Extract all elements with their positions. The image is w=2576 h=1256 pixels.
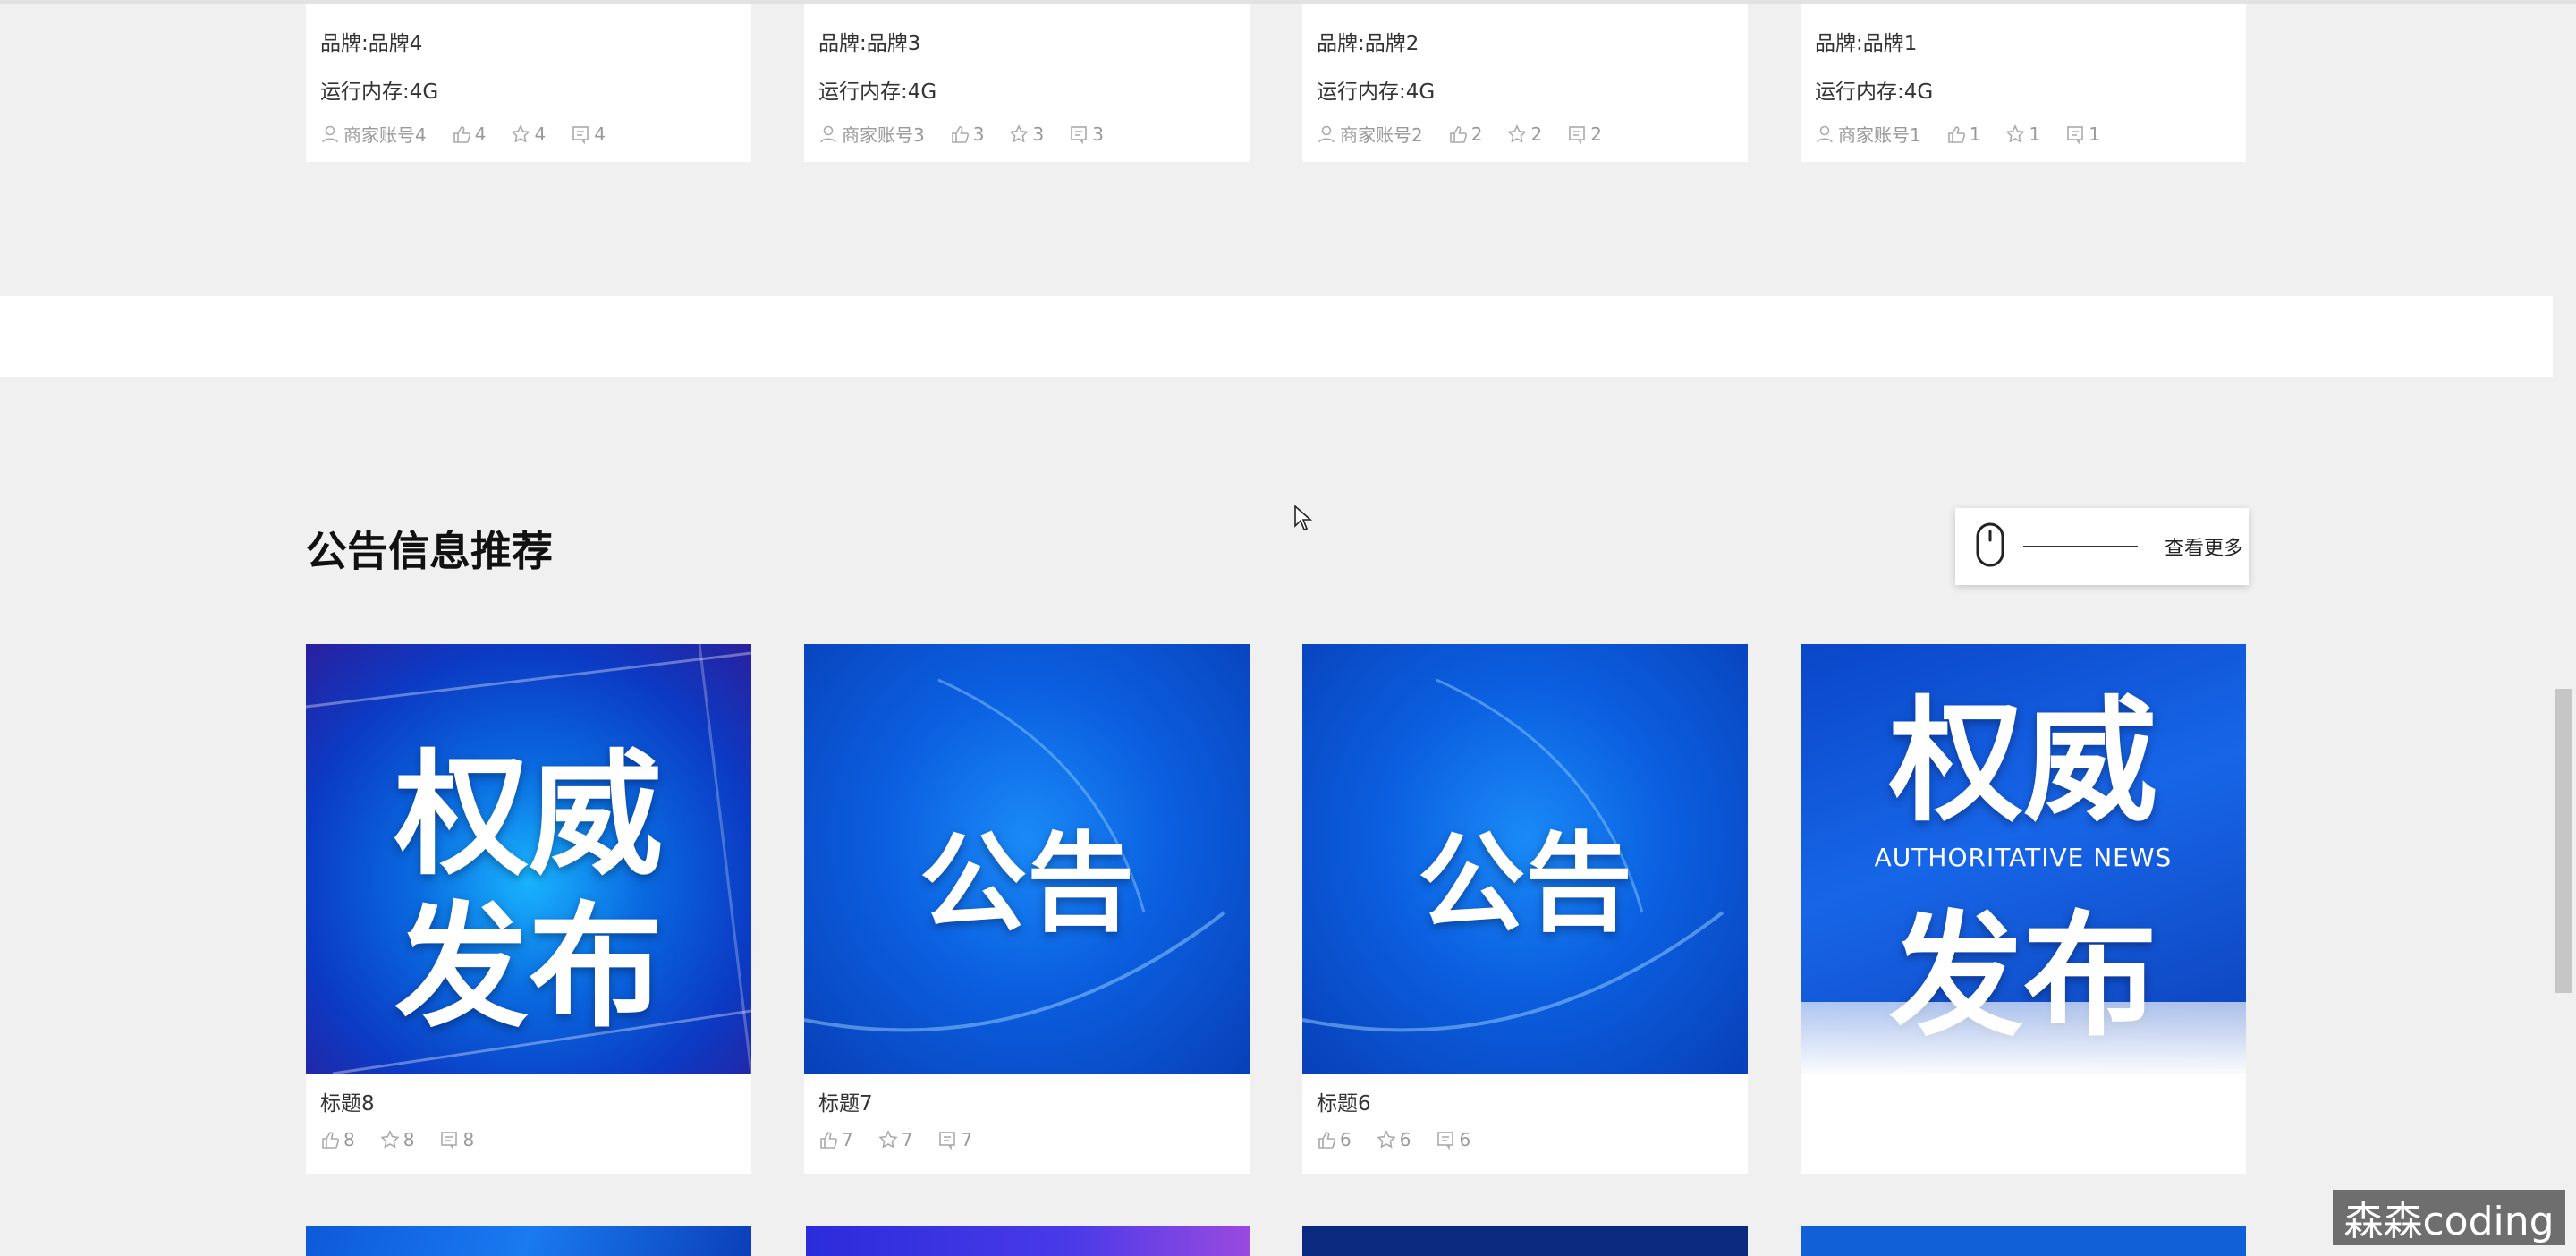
like-count: 2: [1470, 123, 1483, 145]
product-brand: 品牌:品牌3: [818, 32, 921, 55]
user-icon: [320, 124, 340, 144]
comment-count: 1: [2089, 123, 2100, 145]
merchant-name: 商家账号3: [842, 124, 925, 146]
product-meta: 商家账号1 1 1 1: [1815, 121, 2100, 147]
product-meta: 商家账号4 4 4 4: [320, 121, 606, 147]
like-count: 8: [343, 1129, 355, 1150]
like-count: 3: [972, 123, 985, 145]
comment-icon[interactable]: [1567, 124, 1587, 144]
notice-card[interactable]: 公告 标题6 6 6 6: [1302, 644, 1748, 1174]
thumbs-up-icon[interactable]: [950, 124, 970, 144]
decorative-line: [2023, 546, 2138, 547]
product-meta: 商家账号3 3 3 3: [818, 121, 1104, 147]
notice-meta: 6 6 6: [1317, 1129, 1470, 1150]
thumbs-up-icon[interactable]: [1946, 124, 1966, 144]
product-brand: 品牌:品牌2: [1317, 32, 1419, 55]
watermark: 森森coding: [2333, 1190, 2565, 1245]
star-icon[interactable]: [1507, 123, 1528, 144]
section-title: 公告信息推荐: [306, 527, 553, 575]
product-brand: 品牌:品牌4: [320, 32, 423, 55]
notice-image[interactable]: 公告: [1302, 644, 1748, 1074]
product-memory: 运行内存:4G: [1317, 81, 1436, 104]
comment-icon[interactable]: [937, 1130, 957, 1150]
merchant-name: 商家账号1: [1838, 124, 1921, 146]
product-memory: 运行内存:4G: [320, 81, 439, 104]
product-memory: 运行内存:4G: [818, 81, 937, 104]
comment-count: 8: [462, 1129, 475, 1150]
like-count: 6: [1340, 1129, 1352, 1150]
view-more-label: 查看更多: [2165, 538, 2244, 560]
notice-card[interactable]: 权威 AUTHORITATIVE NEWS 发布: [1801, 644, 2246, 1174]
product-card[interactable]: 品牌:品牌1 运行内存:4G 商家账号1 1 1 1: [1801, 4, 2246, 162]
user-icon: [1317, 124, 1336, 144]
notice-image[interactable]: 权威 发布: [306, 644, 751, 1074]
product-card[interactable]: 品牌:品牌2 运行内存:4G 商家账号2 2 2 2: [1302, 4, 1748, 162]
notice-card[interactable]: 公告 标题7 7 7 7: [804, 644, 1250, 1174]
view-more-button[interactable]: 查看更多: [1955, 508, 2249, 585]
image-text-line2: 发布: [394, 890, 663, 1046]
merchant-name: 商家账号2: [1340, 124, 1423, 146]
favorite-count: 8: [402, 1129, 415, 1150]
product-card[interactable]: 品牌:品牌4 运行内存:4G 商家账号4 4 4 4: [306, 4, 751, 162]
comment-icon[interactable]: [571, 124, 590, 144]
like-count: 7: [842, 1129, 853, 1150]
comment-icon[interactable]: [1436, 1130, 1455, 1150]
star-icon[interactable]: [1009, 123, 1030, 144]
user-icon: [818, 124, 838, 144]
comment-icon[interactable]: [439, 1130, 459, 1150]
image-text: 公告: [1418, 822, 1632, 946]
comment-count: 4: [594, 123, 606, 145]
star-icon[interactable]: [2005, 123, 2026, 144]
like-count: 4: [474, 123, 487, 145]
favorite-count: 7: [901, 1129, 913, 1150]
notice-card[interactable]: 权威 发布 标题8 8 8 8: [306, 644, 751, 1174]
scrollbar-thumb[interactable]: [2555, 689, 2572, 993]
thumbs-up-icon[interactable]: [320, 1130, 340, 1150]
notice-meta: 8 8 8: [320, 1129, 474, 1150]
favorite-count: 6: [1399, 1129, 1411, 1150]
mouse-icon: [1975, 522, 2005, 572]
product-meta: 商家账号2 2 2 2: [1317, 121, 1602, 147]
favorite-count: 2: [1530, 123, 1543, 145]
notice-title[interactable]: 标题7: [818, 1086, 873, 1116]
notice-image[interactable]: 公告: [804, 644, 1250, 1074]
image-text-line1: 权威: [1888, 684, 2157, 840]
next-card-image[interactable]: [806, 1226, 1250, 1256]
star-icon[interactable]: [878, 1130, 898, 1150]
thumbs-up-icon[interactable]: [818, 1130, 838, 1150]
section-divider-band: [0, 296, 2553, 377]
comment-count: 7: [961, 1129, 973, 1150]
comment-icon[interactable]: [2065, 124, 2085, 144]
mouse-cursor-icon: [1294, 505, 1313, 530]
next-card-image[interactable]: [1801, 1226, 2246, 1256]
next-card-image[interactable]: [1302, 1226, 1748, 1256]
comment-icon[interactable]: [1069, 124, 1089, 144]
thumbs-up-icon[interactable]: [452, 124, 471, 144]
product-memory: 运行内存:4G: [1815, 81, 1934, 104]
user-icon: [1815, 124, 1835, 144]
comment-count: 2: [1590, 123, 1602, 145]
loading-fade: [1801, 1002, 2246, 1174]
comment-count: 3: [1092, 123, 1104, 145]
thumbs-up-icon[interactable]: [1317, 1130, 1336, 1150]
notice-meta: 7 7 7: [818, 1129, 972, 1150]
thumbs-up-icon[interactable]: [1448, 124, 1468, 144]
product-brand: 品牌:品牌1: [1815, 32, 1918, 55]
star-icon[interactable]: [511, 123, 531, 144]
notice-title[interactable]: 标题6: [1317, 1086, 1371, 1116]
image-text: 公告: [919, 822, 1134, 946]
like-count: 1: [1969, 123, 1981, 145]
favorite-count: 1: [2029, 123, 2041, 145]
product-card[interactable]: 品牌:品牌3 运行内存:4G 商家账号3 3 3 3: [804, 4, 1250, 162]
notice-title[interactable]: 标题8: [320, 1086, 375, 1116]
star-icon[interactable]: [1377, 1130, 1396, 1150]
comment-count: 6: [1459, 1129, 1471, 1150]
next-card-image[interactable]: [306, 1226, 751, 1256]
merchant-name: 商家账号4: [343, 124, 427, 146]
favorite-count: 3: [1032, 123, 1045, 145]
star-icon[interactable]: [380, 1130, 400, 1150]
favorite-count: 4: [534, 123, 547, 145]
